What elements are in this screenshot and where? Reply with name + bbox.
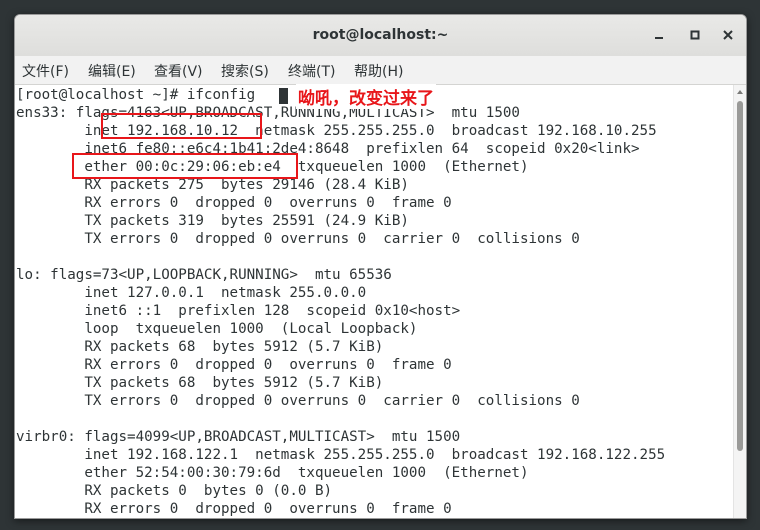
menu-bar: 文件(F) 编辑(E) 查看(V) 搜索(S) 终端(T) 帮助(H) (15, 56, 746, 85)
text-cursor (279, 88, 288, 104)
menu-search[interactable]: 搜索(S) (221, 61, 269, 81)
terminal-line: virbr0: flags=4099<UP,BROADCAST,MULTICAS… (16, 429, 461, 445)
terminal-line: TX errors 0 dropped 0 overruns 0 carrier… (16, 231, 580, 247)
window-title: root@localhost:~ (312, 27, 449, 43)
terminal-line: ens33: flags=4163<UP,BROADCAST,RUNNING,M… (16, 105, 520, 121)
scrollbar-thumb[interactable] (737, 101, 743, 451)
menu-view[interactable]: 查看(V) (154, 61, 203, 81)
minimize-icon (655, 37, 663, 39)
maximize-button[interactable] (685, 25, 705, 45)
terminal-line: lo: flags=73<UP,LOOPBACK,RUNNING> mtu 65… (16, 267, 392, 283)
inet-highlight-box (101, 113, 262, 139)
menu-terminal[interactable]: 终端(T) (288, 61, 335, 81)
terminal-line: TX packets 319 bytes 25591 (24.9 KiB) (16, 213, 409, 229)
terminal-line: TX errors 0 dropped 0 overruns 0 carrier… (16, 393, 580, 409)
terminal-line: RX errors 0 dropped 0 overruns 0 frame 0 (16, 501, 452, 517)
terminal-window: root@localhost:~ 文件(F) 编辑(E) 查看(V) 搜索(S)… (14, 14, 747, 519)
close-button[interactable] (718, 25, 738, 45)
terminal-line: inet 192.168.122.1 netmask 255.255.255.0… (16, 447, 666, 463)
ether-highlight-box (72, 153, 298, 179)
annotation-text: 呦吼，改变过来了 (296, 84, 436, 109)
title-bar[interactable]: root@localhost:~ (15, 15, 746, 57)
terminal-line: [root@localhost ~]# ifconfig (16, 87, 256, 103)
terminal-line: RX errors 0 dropped 0 overruns 0 frame 0 (16, 357, 452, 373)
terminal-line: loop txqueuelen 1000 (Local Loopback) (16, 321, 418, 337)
terminal-line: RX errors 0 dropped 0 overruns 0 frame 0 (16, 195, 452, 211)
close-icon (723, 30, 733, 40)
minimize-button[interactable] (649, 25, 669, 45)
menu-help[interactable]: 帮助(H) (354, 61, 403, 81)
scrollbar[interactable] (733, 85, 746, 518)
terminal-line: ether 52:54:00:30:79:6d txqueuelen 1000 … (16, 465, 529, 481)
terminal-line: RX packets 0 bytes 0 (0.0 B) (16, 483, 333, 499)
menu-file[interactable]: 文件(F) (22, 61, 69, 81)
terminal-line: inet6 ::1 prefixlen 128 scopeid 0x10<hos… (16, 303, 461, 319)
terminal-line: TX packets 68 bytes 5912 (5.7 KiB) (16, 375, 384, 391)
terminal-output[interactable]: [root@localhost ~]# ifconfig ens33: flag… (15, 84, 746, 518)
scroll-up-icon[interactable] (737, 89, 743, 95)
maximize-icon (690, 30, 700, 40)
terminal-line: RX packets 68 bytes 5912 (5.7 KiB) (16, 339, 384, 355)
menu-edit[interactable]: 编辑(E) (88, 61, 136, 81)
terminal-line: inet 127.0.0.1 netmask 255.0.0.0 (16, 285, 367, 301)
